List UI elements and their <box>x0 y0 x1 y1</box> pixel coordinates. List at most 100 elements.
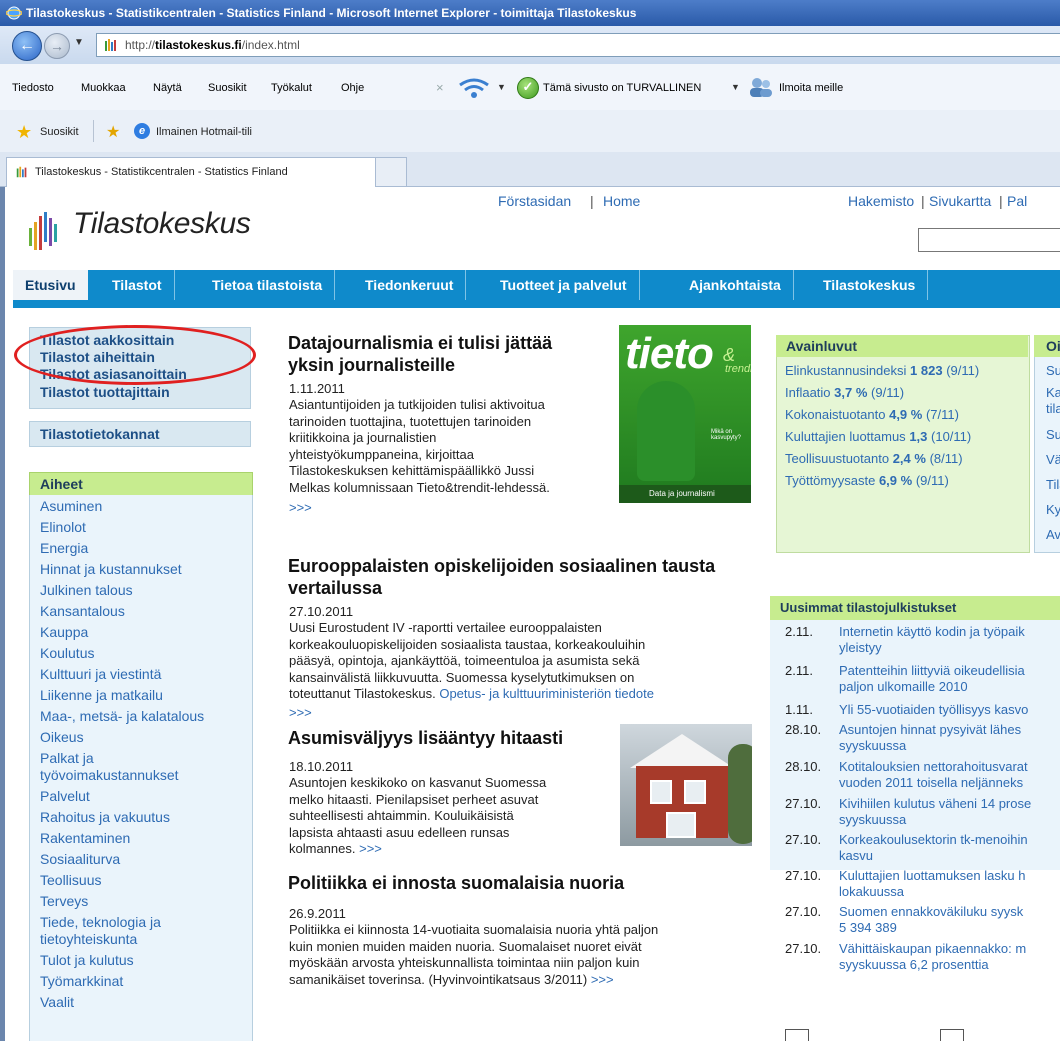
topic-link[interactable]: Oikeus <box>40 729 84 745</box>
release-link[interactable]: Kuluttajien luottamuksen lasku h lokakuus… <box>839 868 1025 900</box>
link-tilastotietokannat[interactable]: Tilastotietokannat <box>40 426 160 442</box>
release-link[interactable]: Suomen ennakkoväkiluku syysk 5 394 389 <box>839 904 1023 936</box>
link-forstasidan[interactable]: Förstasidan <box>498 193 571 209</box>
topic-link[interactable]: Tiede, teknologia ja <box>40 914 161 930</box>
topic-link[interactable]: Sosiaaliturva <box>40 851 120 867</box>
read-more-link[interactable]: >>> <box>359 841 382 856</box>
key-figure-row[interactable]: Kuluttajien luottamus 1,3 (10/11) <box>785 429 971 444</box>
site-logo-text[interactable]: Tilastokeskus <box>73 207 251 241</box>
nav-tab-tietoa-tilastoista[interactable]: Tietoa tilastoista <box>200 270 336 300</box>
release-link[interactable]: Korkeakoulusektorin tk-menoihin kasvu <box>839 832 1028 864</box>
side-box-link[interactable]: Su <box>1046 427 1060 442</box>
new-tab-button[interactable] <box>375 157 407 186</box>
topic-link[interactable]: Rakentaminen <box>40 830 130 846</box>
topic-link[interactable]: Liikenne ja matkailu <box>40 687 163 703</box>
tieto-trendit-cover-image[interactable]: tieto & trendit Mikä on kasvupyty? Data … <box>619 325 751 503</box>
history-dropdown-icon[interactable]: ▼ <box>74 37 84 48</box>
safe-dropdown-icon[interactable]: ▼ <box>731 82 740 92</box>
news-title[interactable]: Eurooppalaisten opiskelijoiden sosiaalin… <box>288 555 715 599</box>
release-link[interactable]: Internetin käyttö kodin ja työpaik yleist… <box>839 624 1025 656</box>
key-figure-row[interactable]: Elinkustannusindeksi 1 823 (9/11) <box>785 363 979 378</box>
news-title[interactable]: Politiikka ei innosta suomalaisia nuoria <box>288 872 624 894</box>
nav-tab-tiedonkeruut[interactable]: Tiedonkeruut <box>353 270 467 300</box>
key-figure-row[interactable]: Työttömyysaste 6,9 % (9/11) <box>785 473 949 488</box>
ministry-press-release-link[interactable]: Opetus- ja kulttuuriministeriön tiedote <box>439 686 654 701</box>
topic-link[interactable]: Teollisuus <box>40 872 101 888</box>
report-people-icon[interactable] <box>747 76 775 98</box>
topic-link[interactable]: Julkinen talous <box>40 582 133 598</box>
report-link[interactable]: Ilmoita meille <box>779 82 843 94</box>
topic-link[interactable]: Kauppa <box>40 624 88 640</box>
house-photo-image[interactable] <box>620 724 752 846</box>
link-home[interactable]: Home <box>603 193 640 209</box>
nav-tab-tilastokeskus[interactable]: Tilastokeskus <box>811 270 929 300</box>
wireless-dropdown-icon[interactable]: ▼ <box>497 82 506 92</box>
browser-tab[interactable]: Tilastokeskus - Statistikcentralen - Sta… <box>6 157 376 187</box>
news-title[interactable]: Asumisväljyys lisääntyy hitaasti <box>288 727 563 749</box>
menu-file[interactable]: Tiedosto <box>12 82 54 94</box>
side-box-link[interactable]: Av <box>1046 527 1060 542</box>
topic-link[interactable]: Vaalit <box>40 994 74 1010</box>
topic-link[interactable]: Elinolot <box>40 519 86 535</box>
hotmail-link[interactable]: Ilmainen Hotmail-tili <box>156 126 252 138</box>
side-box-link[interactable]: tila <box>1046 401 1060 416</box>
release-link[interactable]: Vähittäiskaupan pikaennakko: m syyskuussa… <box>839 941 1026 973</box>
key-figure-row[interactable]: Teollisuustuotanto 2,4 % (8/11) <box>785 451 963 466</box>
menu-edit[interactable]: Muokkaa <box>81 82 126 94</box>
key-figure-row[interactable]: Kokonaistuotanto 4,9 % (7/11) <box>785 407 959 422</box>
menu-view[interactable]: Näytä <box>153 82 182 94</box>
read-more-link[interactable]: >>> <box>591 972 614 987</box>
topic-link[interactable]: Koulutus <box>40 645 94 661</box>
topic-link[interactable]: tietoyhteiskunta <box>40 931 137 947</box>
topic-link[interactable]: Palvelut <box>40 788 90 804</box>
topic-link[interactable]: Maa-, metsä- ja kalatalous <box>40 708 204 724</box>
close-toolbar-icon[interactable]: × <box>436 80 444 95</box>
forward-button[interactable]: → <box>44 33 70 59</box>
side-box-link[interactable]: Vä <box>1046 452 1060 467</box>
release-link[interactable]: Yli 55-vuotiaiden työllisyys kasvo <box>839 702 1028 718</box>
side-box-link[interactable]: Su <box>1046 363 1060 378</box>
wireless-icon[interactable] <box>456 77 492 99</box>
back-button[interactable]: ← <box>12 31 42 61</box>
add-favorite-icon[interactable]: ★ <box>106 122 120 142</box>
release-link[interactable]: Asuntojen hinnat pysyivät lähes syyskuuss… <box>839 722 1021 754</box>
nav-tab-etusivu[interactable]: Etusivu <box>13 270 88 300</box>
favorites-star-icon[interactable]: ★ <box>16 122 32 143</box>
checkbox[interactable] <box>940 1029 964 1041</box>
safe-check-icon[interactable]: ✓ <box>517 77 539 99</box>
nav-tab-ajankohtaista[interactable]: Ajankohtaista <box>677 270 794 300</box>
topic-link[interactable]: Rahoitus ja vakuutus <box>40 809 170 825</box>
link-sivukartta[interactable]: Sivukartta <box>929 193 991 209</box>
topic-link[interactable]: Kansantalous <box>40 603 125 619</box>
link-palaute[interactable]: Pal <box>1007 193 1027 209</box>
read-more-link[interactable]: >>> <box>289 705 312 720</box>
read-more-link[interactable]: >>> <box>289 500 312 515</box>
address-bar[interactable]: http://tilastokeskus.fi/index.html <box>96 33 1060 57</box>
menu-help[interactable]: Ohje <box>341 82 364 94</box>
release-link[interactable]: Kivihiilen kulutus väheni 14 prose syysku… <box>839 796 1031 828</box>
link-hakemisto[interactable]: Hakemisto <box>848 193 914 209</box>
topic-link[interactable]: Työmarkkinat <box>40 973 123 989</box>
release-link[interactable]: Patentteihin liittyviä oikeudellisia palj… <box>839 663 1025 695</box>
checkbox[interactable] <box>785 1029 809 1041</box>
topic-link[interactable]: työvoimakustannukset <box>40 767 179 783</box>
nav-tab-tuotteet-ja-palvelut[interactable]: Tuotteet ja palvelut <box>488 270 640 300</box>
side-box-link[interactable]: Ka <box>1046 385 1060 400</box>
menu-tools[interactable]: Työkalut <box>271 82 312 94</box>
topic-link[interactable]: Kulttuuri ja viestintä <box>40 666 161 682</box>
menu-favorites[interactable]: Suosikit <box>208 82 247 94</box>
favorites-button[interactable]: Suosikit <box>40 126 79 138</box>
tilastokeskus-logo-icon[interactable] <box>27 210 61 252</box>
topic-link[interactable]: Energia <box>40 540 88 556</box>
topic-link[interactable]: Palkat ja <box>40 750 94 766</box>
topic-link[interactable]: Tulot ja kulutus <box>40 952 134 968</box>
topic-link[interactable]: Hinnat ja kustannukset <box>40 561 182 577</box>
topic-link[interactable]: Asuminen <box>40 498 102 514</box>
topic-link[interactable]: Terveys <box>40 893 88 909</box>
side-box-link[interactable]: Tila <box>1046 477 1060 492</box>
release-link[interactable]: Kotitalouksien nettorahoitusvarat vuoden … <box>839 759 1028 791</box>
link-tilastot-tuottajittain[interactable]: Tilastot tuottajittain <box>40 384 170 400</box>
key-figure-row[interactable]: Inflaatio 3,7 % (9/11) <box>785 385 904 400</box>
side-box-link[interactable]: Ky <box>1046 502 1060 517</box>
news-title[interactable]: Datajournalismia ei tulisi jättää yksin j… <box>288 332 552 376</box>
